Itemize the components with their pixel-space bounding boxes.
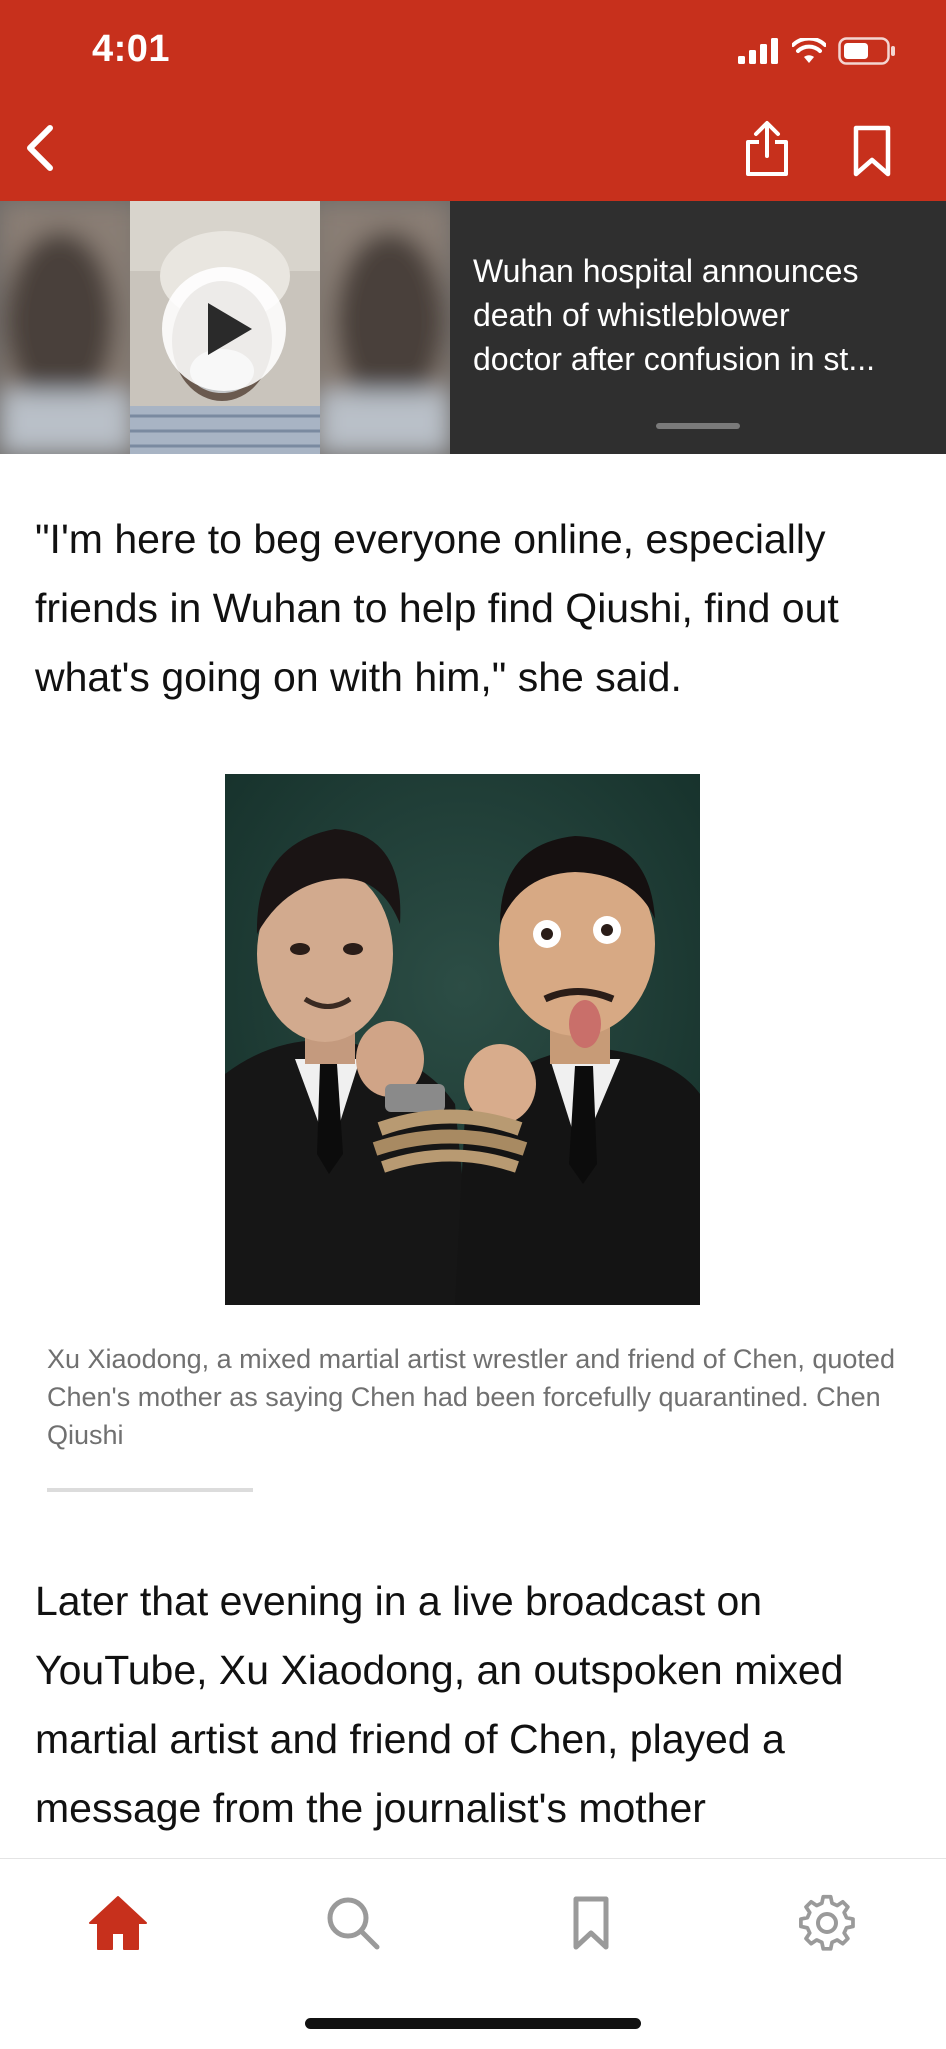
article-photo — [225, 774, 700, 1305]
home-icon — [89, 1896, 147, 1950]
share-button[interactable] — [740, 118, 794, 178]
back-button[interactable] — [20, 118, 60, 178]
video-thumbnail[interactable] — [0, 201, 450, 454]
video-title[interactable]: Wuhan hospital announces death of whistl… — [473, 249, 913, 381]
bookmark-icon — [853, 125, 891, 177]
cellular-signal-icon — [738, 38, 778, 64]
image-caption: Xu Xiaodong, a mixed martial artist wres… — [47, 1344, 895, 1450]
battery-icon — [838, 37, 895, 65]
photo-two-men — [225, 774, 700, 1305]
tab-settings[interactable] — [797, 1893, 857, 1953]
video-title-line: death of whistleblower — [473, 297, 790, 333]
tab-home[interactable] — [88, 1893, 148, 1953]
tab-search[interactable] — [323, 1893, 383, 1953]
article-paragraph: Later that evening in a live broadcast o… — [35, 1578, 844, 1831]
app-header: 4:01 — [0, 0, 946, 201]
related-video-banner[interactable]: Wuhan hospital announces death of whistl… — [0, 201, 946, 454]
article-paragraph: "I'm here to beg everyone online, especi… — [35, 516, 839, 700]
share-icon — [746, 121, 788, 176]
bottom-tab-bar — [0, 1858, 946, 2049]
caption-divider — [47, 1488, 253, 1492]
carousel-handle — [656, 423, 740, 429]
play-icon[interactable] — [160, 265, 288, 393]
video-title-line: Wuhan hospital announces — [473, 253, 859, 289]
bookmark-button[interactable] — [850, 124, 894, 178]
chevron-left-icon — [27, 125, 53, 171]
status-time: 4:01 — [92, 28, 171, 70]
wifi-icon — [792, 38, 826, 63]
search-icon — [327, 1897, 380, 1950]
video-title-line: doctor after confusion in st... — [473, 341, 875, 377]
tab-saved[interactable] — [561, 1893, 621, 1953]
status-icons — [738, 36, 896, 66]
gear-icon — [799, 1894, 855, 1951]
home-indicator — [305, 2018, 641, 2029]
bookmark-icon — [573, 1896, 609, 1950]
